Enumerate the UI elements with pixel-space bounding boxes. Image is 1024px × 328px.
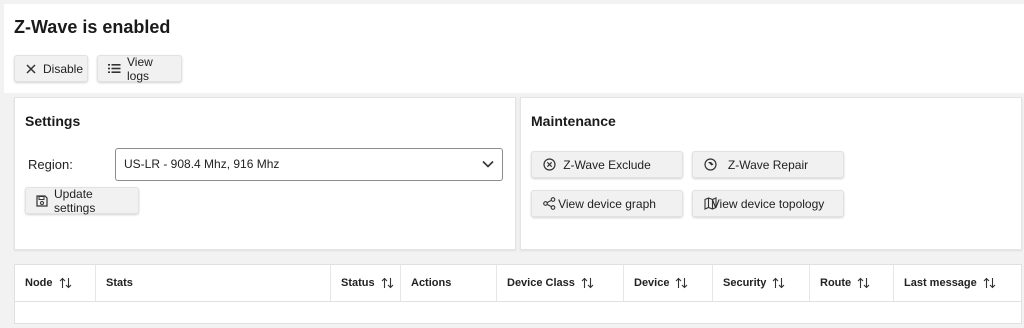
zwave-repair-label: Z-Wave Repair	[727, 157, 809, 172]
disable-button-label: Disable	[43, 61, 84, 76]
disable-button[interactable]: Disable	[14, 55, 88, 82]
column-header-route[interactable]: Route	[810, 265, 894, 301]
view-logs-button-label: View logs	[127, 54, 153, 83]
update-settings-label: Update settings	[54, 186, 96, 215]
sort-arrows-icon[interactable]	[381, 277, 394, 289]
repair-icon	[704, 158, 717, 171]
column-header-status[interactable]: Status	[331, 265, 401, 301]
view-device-graph-button[interactable]: View device graph	[531, 190, 683, 217]
column-header-label: Stats	[106, 277, 133, 289]
view-logs-button[interactable]: View logs	[97, 54, 182, 83]
column-header-device[interactable]: Device	[624, 265, 713, 301]
sort-arrows-icon[interactable]	[857, 277, 870, 289]
column-header-device-class[interactable]: Device Class	[497, 265, 624, 301]
column-header-label: Status	[341, 277, 375, 289]
share-graph-icon	[543, 197, 556, 210]
column-header-actions: Actions	[401, 265, 497, 301]
column-header-label: Actions	[411, 277, 452, 289]
settings-title: Settings	[25, 113, 81, 129]
chevron-down-icon	[482, 160, 494, 168]
table-header: Node Stats Status Actions Device Class Device…	[15, 265, 1021, 302]
column-header-label: Device	[634, 277, 670, 289]
list-icon	[108, 64, 121, 73]
column-header-last-message[interactable]: Last message	[894, 265, 1021, 301]
column-header-label: Security	[723, 277, 767, 289]
column-header-label: Device Class	[507, 277, 575, 289]
view-device-graph-label: View device graph	[558, 196, 656, 211]
region-label: Region:	[28, 157, 73, 172]
sort-arrows-icon[interactable]	[581, 277, 594, 289]
sort-arrows-icon[interactable]	[59, 277, 72, 289]
column-header-node[interactable]: Node	[15, 265, 96, 301]
sort-arrows-icon[interactable]	[772, 277, 785, 289]
circle-x-icon	[543, 158, 556, 171]
view-device-topology-button[interactable]: View device topology	[692, 190, 844, 217]
region-select-value: US-LR - 908.4 Mhz, 916 Mhz	[124, 157, 280, 171]
close-icon	[26, 63, 36, 74]
column-header-label: Route	[820, 277, 852, 289]
column-header-label: Last message	[904, 277, 977, 289]
view-device-topology-label: View device topology	[711, 196, 825, 211]
save-icon	[36, 194, 48, 207]
update-settings-button[interactable]: Update settings	[25, 186, 139, 215]
zwave-exclude-label: Z-Wave Exclude	[563, 157, 651, 172]
column-header-stats: Stats	[96, 265, 331, 301]
zwave-page: Z-Wave is enabled Disable View logs Sett…	[0, 0, 1024, 328]
sort-arrows-icon[interactable]	[983, 277, 996, 289]
maintenance-title: Maintenance	[531, 113, 616, 129]
nodes-table: Node Stats Status Actions Device Class Device…	[14, 264, 1022, 324]
zwave-repair-button[interactable]: Z-Wave Repair	[692, 151, 844, 178]
settings-card: Settings Region: US-LR - 908.4 Mhz, 916 …	[14, 97, 516, 250]
maintenance-card: Maintenance Z-Wave Exclude Z-Wave Repair	[520, 97, 1022, 250]
zwave-exclude-button[interactable]: Z-Wave Exclude	[531, 151, 683, 178]
column-header-label: Node	[25, 277, 53, 289]
map-icon	[704, 197, 717, 210]
column-header-security[interactable]: Security	[713, 265, 810, 301]
sort-arrows-icon[interactable]	[675, 277, 688, 289]
page-title: Z-Wave is enabled	[14, 17, 171, 37]
region-select[interactable]: US-LR - 908.4 Mhz, 916 Mhz	[115, 148, 503, 181]
